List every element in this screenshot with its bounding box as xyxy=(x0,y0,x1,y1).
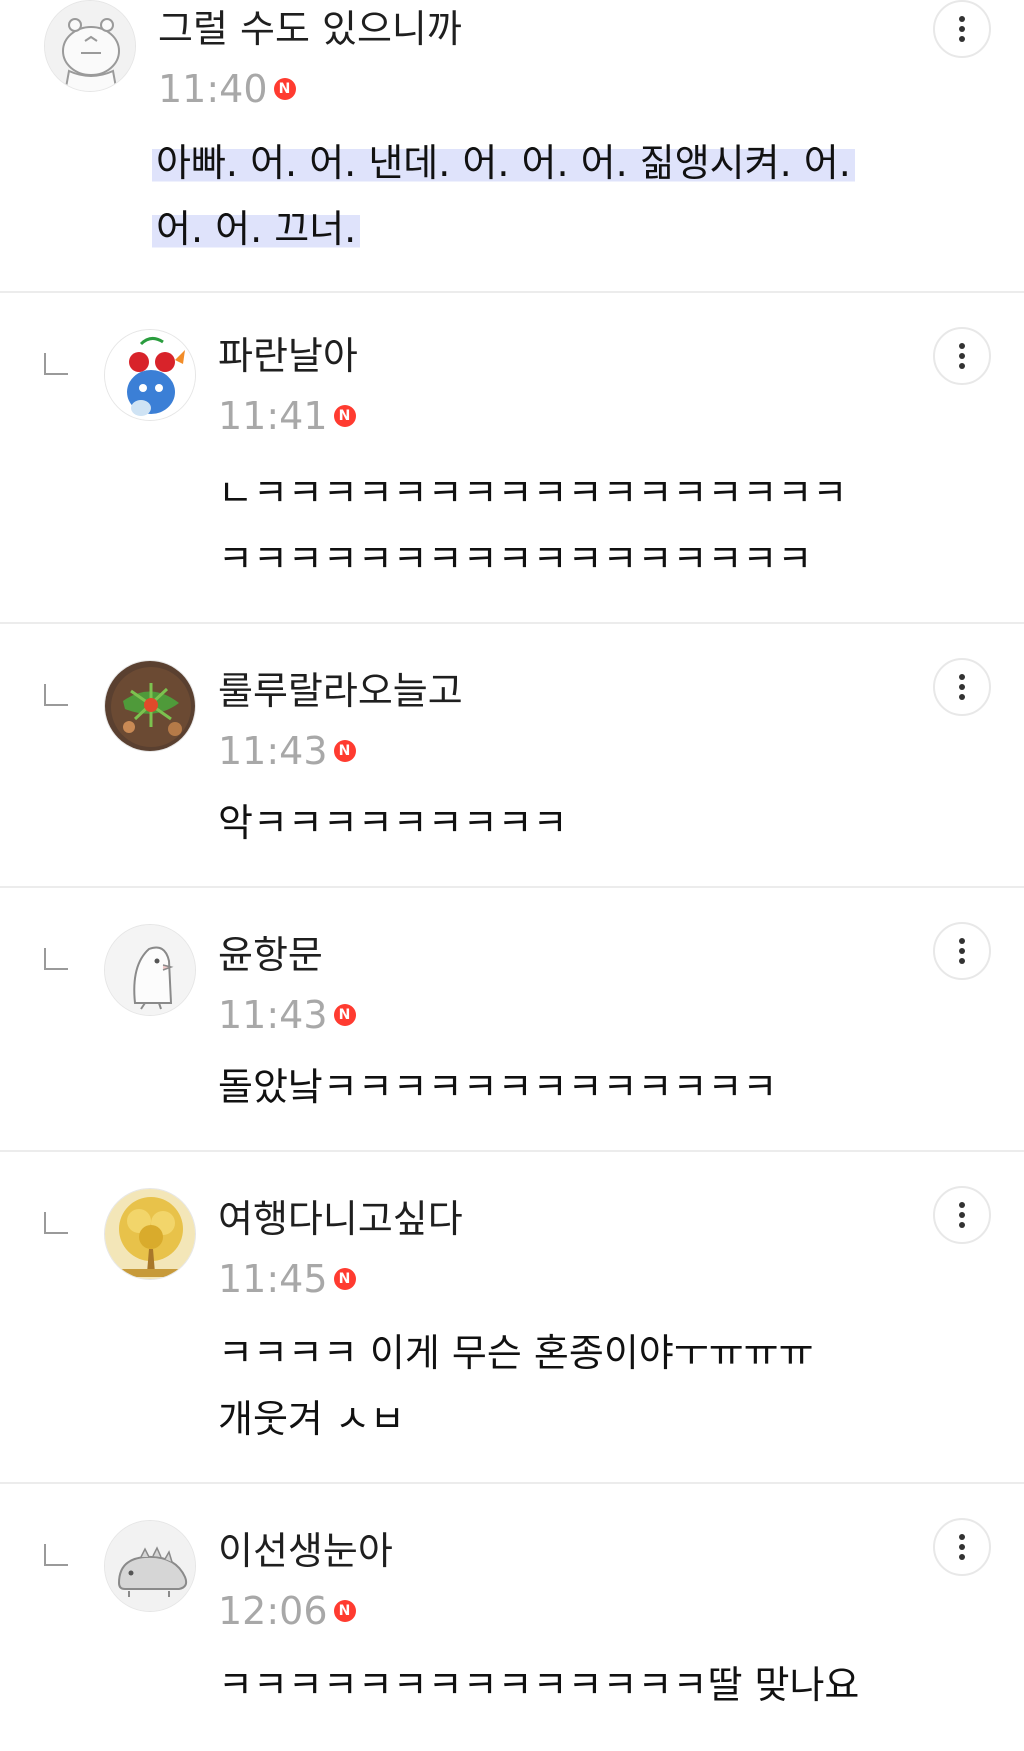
hippo-avatar-icon[interactable] xyxy=(44,0,136,92)
comment-time: 11:43 xyxy=(218,993,328,1037)
more-options-button[interactable] xyxy=(933,1518,991,1576)
comment-author[interactable]: 윤항문 xyxy=(218,932,323,978)
comment-author[interactable]: 이선생눈아 xyxy=(218,1528,393,1574)
comment-body: ㅋㅋㅋㅋ 이게 무슨 혼종이야ㅜㅠㅠㅠ 개웃겨 ㅅㅂ xyxy=(218,1320,938,1452)
comment-text-line: ㅋㅋㅋㅋㅋㅋㅋㅋㅋㅋㅋㅋㅋㅋㅋㅋㅋ xyxy=(218,537,813,581)
comment-author[interactable]: 룰루랄라오늘고 xyxy=(218,668,463,714)
comment-meta: 11:41 N xyxy=(218,393,356,439)
comment-time: 12:06 xyxy=(218,1589,328,1633)
highlighted-text-line: 아빠. 어. 어. 낸데. 어. 어. 어. 짊앵시켜. 어. xyxy=(152,141,855,185)
comment-meta: 12:06 N xyxy=(218,1588,356,1634)
comment-item: 이선생눈아 12:06 N ㅋㅋㅋㅋㅋㅋㅋㅋㅋㅋㅋㅋㅋㅋ딸 맞나요 xyxy=(0,1484,1024,1751)
comment-text-line: 돌았낰ㅋㅋㅋㅋㅋㅋㅋㅋㅋㅋㅋㅋㅋ xyxy=(218,1065,778,1109)
reply-arrow-icon xyxy=(44,684,68,706)
comment-meta: 11:43 N xyxy=(218,992,356,1038)
comment-item: 윤항문 11:43 N 돌았낰ㅋㅋㅋㅋㅋㅋㅋㅋㅋㅋㅋㅋㅋ xyxy=(0,888,1024,1152)
comment-text-line: ㄴㅋㅋㅋㅋㅋㅋㅋㅋㅋㅋㅋㅋㅋㅋㅋㅋㅋ xyxy=(218,471,848,515)
reply-arrow-icon xyxy=(44,948,68,970)
new-badge-icon: N xyxy=(333,1600,356,1622)
comment-item: 여행다니고싶다 11:45 N ㅋㅋㅋㅋ 이게 무슨 혼종이야ㅜㅠㅠㅠ 개웃겨 … xyxy=(0,1152,1024,1484)
reply-arrow-icon xyxy=(44,1212,68,1234)
comment-body: 돌았낰ㅋㅋㅋㅋㅋㅋㅋㅋㅋㅋㅋㅋㅋ xyxy=(218,1054,938,1120)
comment-body: ㅋㅋㅋㅋㅋㅋㅋㅋㅋㅋㅋㅋㅋㅋ딸 맞나요 xyxy=(218,1652,938,1718)
new-badge-icon: N xyxy=(273,78,296,100)
comment-author[interactable]: 파란날아 xyxy=(218,333,358,379)
bird-avatar-icon[interactable] xyxy=(104,924,196,1016)
comment-item: 파란날아 11:41 N ㄴㅋㅋㅋㅋㅋㅋㅋㅋㅋㅋㅋㅋㅋㅋㅋㅋㅋ ㅋㅋㅋㅋㅋㅋㅋㅋ… xyxy=(0,293,1024,624)
more-options-button[interactable] xyxy=(933,327,991,385)
new-badge-icon: N xyxy=(333,405,356,427)
new-badge-icon: N xyxy=(333,1268,356,1290)
more-options-button[interactable] xyxy=(933,1186,991,1244)
comment-time: 11:45 xyxy=(218,1257,328,1301)
comment-text-line: ㅋㅋㅋㅋ 이게 무슨 혼종이야ㅜㅠㅠㅠ xyxy=(218,1331,814,1375)
new-badge-icon: N xyxy=(333,740,356,762)
comment-text-line: 악ㅋㅋㅋㅋㅋㅋㅋㅋㅋ xyxy=(218,801,568,845)
comment-author[interactable]: 그럴 수도 있으니까 xyxy=(158,6,462,52)
comment-item: 그럴 수도 있으니까 11:40 N 아빠. 어. 어. 낸데. 어. 어. 어… xyxy=(0,0,1024,293)
dinosaur-avatar-icon[interactable] xyxy=(104,1520,196,1612)
comment-meta: 11:43 N xyxy=(218,728,356,774)
comment-body: 악ㅋㅋㅋㅋㅋㅋㅋㅋㅋ xyxy=(218,790,938,856)
food-photo-avatar-icon[interactable] xyxy=(104,660,196,752)
more-options-button[interactable] xyxy=(933,922,991,980)
comment-body: ㄴㅋㅋㅋㅋㅋㅋㅋㅋㅋㅋㅋㅋㅋㅋㅋㅋㅋ ㅋㅋㅋㅋㅋㅋㅋㅋㅋㅋㅋㅋㅋㅋㅋㅋㅋ xyxy=(218,460,938,592)
highlighted-text-line: 어. 어. 끄너. xyxy=(152,207,361,251)
reply-arrow-icon xyxy=(44,1544,68,1566)
comment-meta: 11:45 N xyxy=(218,1256,356,1302)
comment-meta: 11:40 N xyxy=(158,66,296,112)
new-badge-icon: N xyxy=(333,1004,356,1026)
blue-character-avatar-icon[interactable] xyxy=(104,329,196,421)
comment-list: 그럴 수도 있으니까 11:40 N 아빠. 어. 어. 낸데. 어. 어. 어… xyxy=(0,0,1024,1751)
comment-author[interactable]: 여행다니고싶다 xyxy=(218,1196,463,1242)
comment-time: 11:43 xyxy=(218,729,328,773)
comment-body: 아빠. 어. 어. 낸데. 어. 어. 어. 짊앵시켜. 어. 어. 어. 끄너… xyxy=(152,130,942,262)
comment-item: 룰루랄라오늘고 11:43 N 악ㅋㅋㅋㅋㅋㅋㅋㅋㅋ xyxy=(0,624,1024,888)
comment-time: 11:40 xyxy=(158,67,268,111)
comment-text-line: 개웃겨 ㅅㅂ xyxy=(218,1397,405,1441)
golden-tree-avatar-icon[interactable] xyxy=(104,1188,196,1280)
reply-arrow-icon xyxy=(44,353,68,375)
more-options-button[interactable] xyxy=(933,658,991,716)
comment-time: 11:41 xyxy=(218,394,328,438)
comment-text-line: ㅋㅋㅋㅋㅋㅋㅋㅋㅋㅋㅋㅋㅋㅋ딸 맞나요 xyxy=(218,1663,860,1707)
more-options-button[interactable] xyxy=(933,0,991,58)
